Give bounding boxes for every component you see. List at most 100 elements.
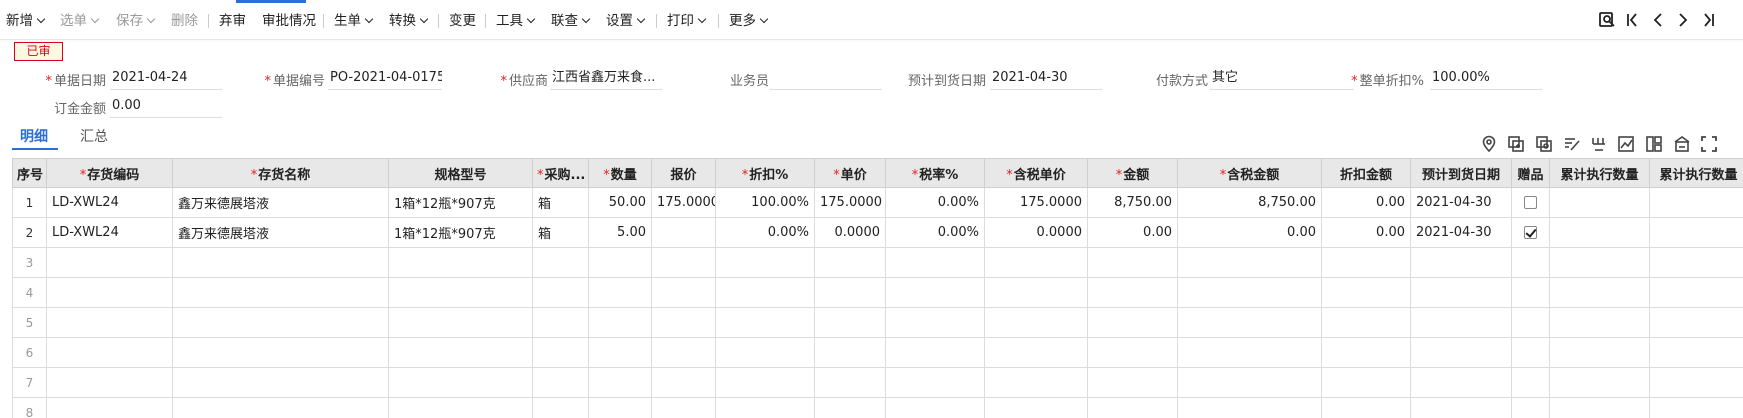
convert-button[interactable]: 转换 [389, 12, 429, 30]
table-cell[interactable] [1087, 277, 1178, 308]
split-icon[interactable] [1590, 135, 1608, 153]
supplier-field[interactable]: * 供应商 江西省鑫万来食... [442, 66, 662, 90]
column-header[interactable]: *存货编码 [46, 158, 173, 188]
table-cell[interactable] [885, 367, 985, 398]
table-cell[interactable] [1549, 367, 1650, 398]
table-row[interactable]: 3 [12, 247, 1743, 278]
table-cell[interactable] [1549, 397, 1650, 418]
cell-discount[interactable]: 100.00% [715, 187, 815, 218]
table-cell[interactable] [1410, 367, 1512, 398]
table-cell[interactable] [1087, 247, 1178, 278]
table-cell[interactable] [1410, 397, 1512, 418]
table-cell[interactable] [46, 247, 173, 278]
cell-tax-price[interactable]: 175.0000 [984, 187, 1088, 218]
table-cell[interactable] [532, 367, 589, 398]
save-button[interactable]: 保存 [116, 12, 156, 30]
table-cell[interactable] [388, 247, 533, 278]
cell-tax-amount[interactable]: 8,750.00 [1177, 187, 1322, 218]
table-cell[interactable] [532, 397, 589, 418]
table-cell[interactable] [1649, 397, 1743, 418]
cell-cumulative-qty[interactable] [1649, 217, 1743, 248]
select-bill-button[interactable]: 选单 [60, 12, 100, 30]
table-cell[interactable] [814, 277, 886, 308]
table-cell[interactable] [651, 247, 716, 278]
copy-row-icon[interactable] [1507, 135, 1525, 153]
table-cell[interactable] [1511, 277, 1550, 308]
cell-tax-price[interactable]: 0.0000 [984, 217, 1088, 248]
tools-button[interactable]: 工具 [496, 12, 536, 30]
column-header[interactable]: *折扣% [715, 158, 815, 188]
column-header[interactable]: 累计执行数量 [1649, 158, 1743, 188]
table-cell[interactable] [1549, 307, 1650, 338]
table-cell[interactable] [984, 247, 1088, 278]
cell-name[interactable]: 鑫万来德展塔液 [172, 187, 389, 218]
table-cell[interactable] [172, 247, 389, 278]
cell-eta[interactable]: 2021-04-30 [1410, 217, 1512, 248]
table-cell[interactable] [388, 367, 533, 398]
table-cell[interactable] [46, 337, 173, 368]
cell-disc-amount[interactable]: 0.00 [1321, 217, 1411, 248]
table-row[interactable]: 2 LD-XWL24 鑫万来德展塔液 1箱*12瓶*907克箱 5.00 0.00% 0.0… [12, 217, 1743, 248]
cell-gift[interactable] [1511, 217, 1550, 248]
column-header[interactable]: 折扣金额 [1321, 158, 1411, 188]
table-cell[interactable] [1649, 367, 1743, 398]
table-cell[interactable] [532, 277, 589, 308]
table-cell[interactable] [172, 277, 389, 308]
table-cell[interactable] [814, 397, 886, 418]
more-button[interactable]: 更多 [729, 12, 769, 30]
table-cell[interactable] [1321, 307, 1411, 338]
table-cell[interactable] [46, 397, 173, 418]
table-cell[interactable] [814, 367, 886, 398]
table-cell[interactable] [1321, 277, 1411, 308]
cell-amount[interactable]: 8,750.00 [1087, 187, 1178, 218]
column-header[interactable]: 序号 [12, 158, 47, 188]
cell-tax[interactable]: 0.00% [885, 187, 985, 218]
table-row[interactable]: 6 [12, 337, 1743, 368]
prev-page-icon[interactable] [1649, 11, 1667, 29]
table-cell[interactable] [1649, 307, 1743, 338]
chart-icon[interactable] [1617, 135, 1635, 153]
bill-date-field[interactable]: * 单据日期 2021-04-24 [0, 66, 222, 90]
column-header[interactable]: *采购... [532, 158, 589, 188]
table-cell[interactable] [651, 367, 716, 398]
table-cell[interactable] [1321, 247, 1411, 278]
table-cell[interactable] [651, 307, 716, 338]
table-cell[interactable] [715, 277, 815, 308]
column-header[interactable]: *数量 [588, 158, 652, 188]
cell-cumulative-qty[interactable] [1549, 217, 1650, 248]
table-cell[interactable] [814, 337, 886, 368]
table-row[interactable]: 4 [12, 277, 1743, 308]
table-cell[interactable] [1410, 337, 1512, 368]
table-cell[interactable] [1511, 397, 1550, 418]
table-cell[interactable] [984, 337, 1088, 368]
table-cell[interactable] [885, 337, 985, 368]
cell-unit[interactable]: 箱 [532, 187, 589, 218]
delete-button[interactable]: 删除 [171, 12, 198, 30]
column-header[interactable]: 规格型号 [388, 158, 533, 188]
next-page-icon[interactable] [1674, 11, 1692, 29]
cell-quote[interactable]: 175.0000 [651, 187, 716, 218]
tab-summary[interactable]: 汇总 [80, 127, 108, 147]
gift-checkbox[interactable] [1524, 226, 1537, 239]
table-cell[interactable] [1410, 307, 1512, 338]
table-cell[interactable] [885, 247, 985, 278]
table-cell[interactable] [715, 367, 815, 398]
payment-method-field[interactable]: 付款方式 其它 [1102, 66, 1354, 90]
cell-spec[interactable]: 1箱*12瓶*907克 [388, 187, 533, 218]
table-cell[interactable] [1549, 277, 1650, 308]
table-cell[interactable] [588, 367, 652, 398]
cell-cumulative-qty[interactable] [1549, 187, 1650, 218]
table-cell[interactable] [651, 277, 716, 308]
table-cell[interactable] [651, 337, 716, 368]
query-button[interactable]: 联查 [551, 12, 591, 30]
table-cell[interactable] [1177, 307, 1322, 338]
table-cell[interactable] [814, 307, 886, 338]
cell-spec[interactable]: 1箱*12瓶*907克 [388, 217, 533, 248]
table-cell[interactable] [1177, 277, 1322, 308]
table-cell[interactable] [172, 397, 389, 418]
table-cell[interactable] [1177, 337, 1322, 368]
table-cell[interactable] [1321, 337, 1411, 368]
table-cell[interactable] [1087, 337, 1178, 368]
column-header[interactable]: 赠品 [1511, 158, 1550, 188]
new-button[interactable]: 新增 [6, 12, 46, 30]
